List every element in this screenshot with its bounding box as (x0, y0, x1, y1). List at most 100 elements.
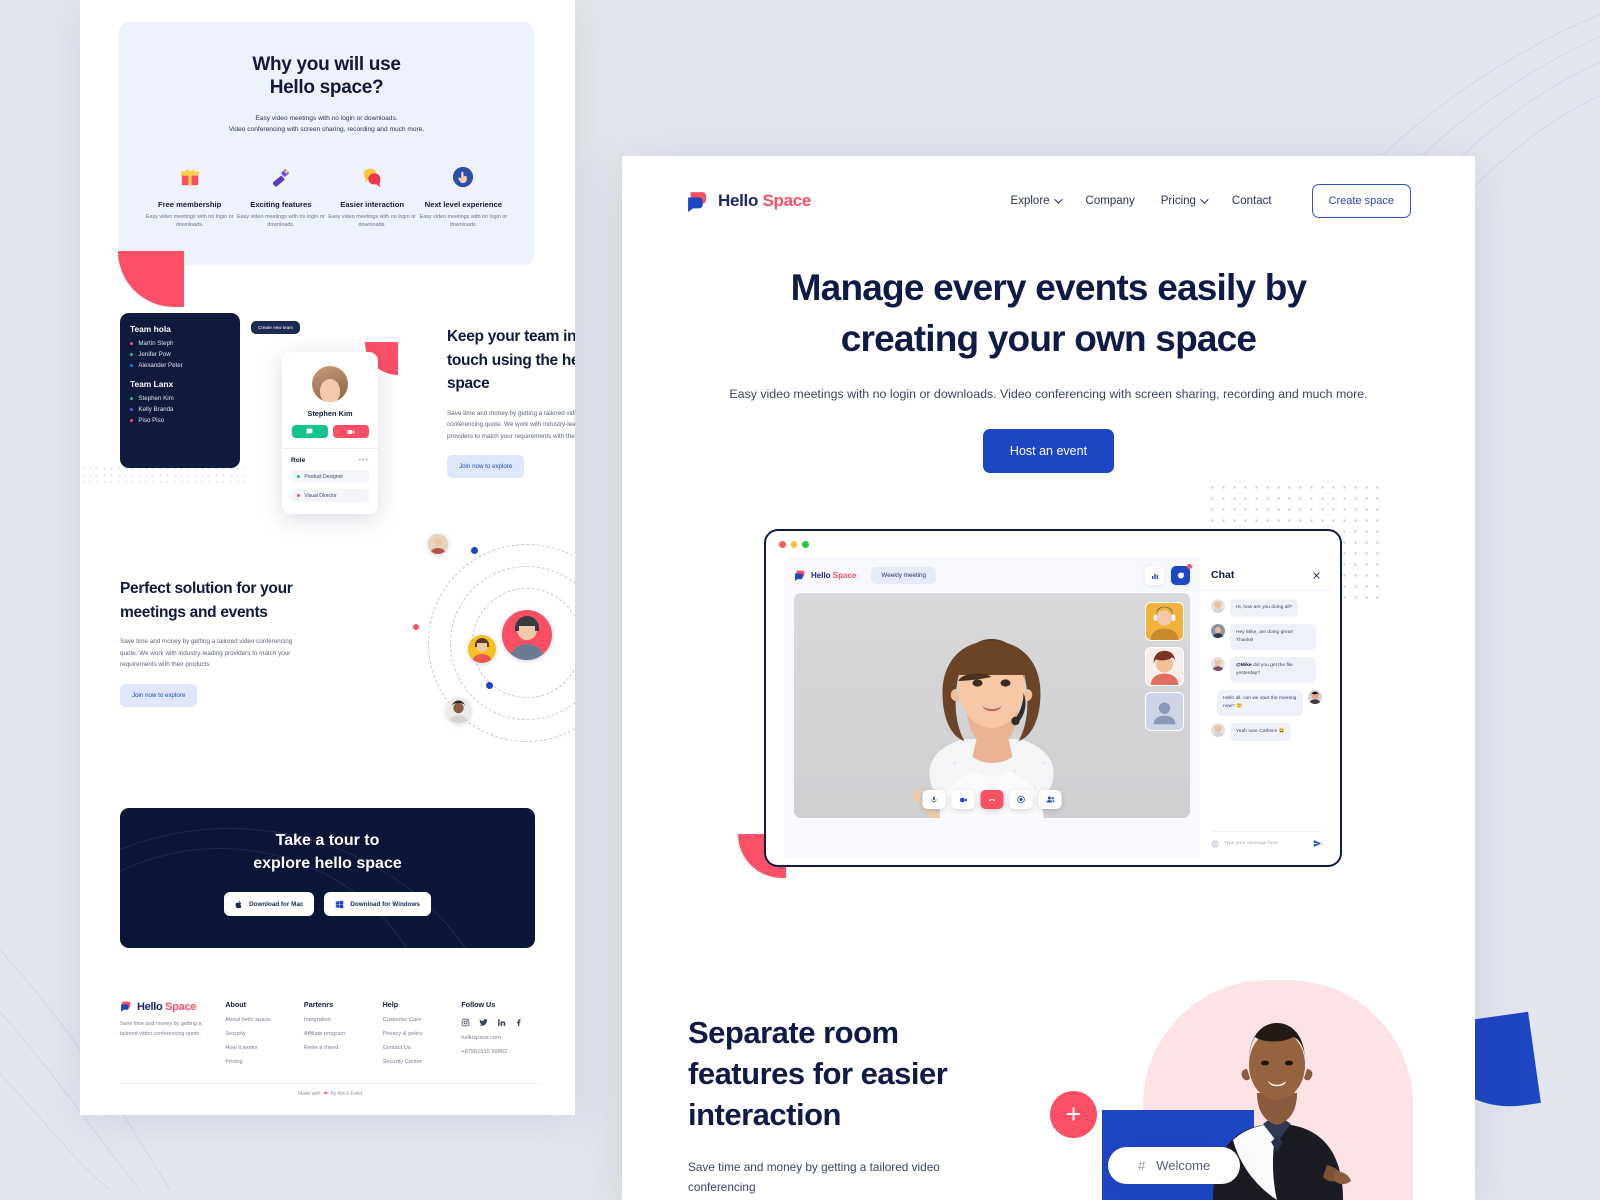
host-an-event-button[interactable]: Host an event (982, 429, 1115, 473)
maximize-window-dot[interactable] (802, 541, 809, 548)
red-wedge-decoration (118, 251, 184, 307)
emoji-icon[interactable] (1211, 840, 1219, 848)
footer-description: Save time and money by getting a tailore… (120, 1021, 202, 1037)
video-call-button[interactable] (332, 425, 369, 438)
chat-panel: Chat Hi, how are you doing all? Hey Mike… (1200, 557, 1332, 857)
team-member-row[interactable]: Martin Steph (130, 340, 230, 347)
orbit-dot (471, 547, 478, 554)
download-mac-button[interactable]: Download for Mac (224, 892, 315, 916)
footer-brand-space: Space (165, 1000, 197, 1013)
footer-link[interactable]: Contact Us (383, 1045, 462, 1051)
mic-button[interactable] (922, 790, 946, 809)
participant-thumbnail-placeholder[interactable] (1145, 692, 1184, 731)
app-logo: Hello Space Weekly meeting (794, 567, 937, 584)
record-icon (1017, 795, 1025, 804)
footer-phone: +87561915 69862 (461, 1049, 508, 1055)
team-member-row[interactable]: Kelly Branda (130, 406, 230, 413)
download-windows-button[interactable]: Download for Windows (324, 892, 431, 916)
meeting-name-pill[interactable]: Weekly meeting (871, 567, 937, 584)
chat-header: Chat (1211, 569, 1322, 581)
footer-link[interactable]: Integration (304, 1017, 383, 1023)
facebook-icon[interactable] (515, 1018, 524, 1027)
close-icon[interactable] (1310, 569, 1322, 581)
nav-links: Explore Company Pricing Contact Create s… (1011, 184, 1411, 218)
footer-link[interactable]: Customer Care (383, 1017, 462, 1023)
record-button[interactable] (1009, 790, 1033, 809)
video-stage (794, 593, 1190, 818)
keep-team-text: Save time and money by getting a tailore… (447, 409, 575, 440)
create-new-team-button[interactable]: Create new team (251, 321, 300, 334)
avatar (1211, 657, 1225, 671)
close-window-dot[interactable] (779, 541, 786, 548)
team-member-row[interactable]: Stephen Kim (130, 395, 230, 402)
footer: Hello Space Save time and money by getti… (120, 1000, 540, 1097)
separate-room-title: Separate room features for easier intera… (688, 1015, 948, 1132)
footer-column-head: Partenrs (303, 1000, 334, 1009)
end-call-button[interactable] (980, 790, 1004, 809)
join-now-button[interactable]: Join now to explore (447, 455, 525, 478)
nav-item-explore[interactable]: Explore (1011, 195, 1063, 207)
footer-link[interactable]: How it works (225, 1045, 304, 1051)
chat-message: Hi, how are you doing all? (1211, 599, 1322, 617)
participant-thumbnail[interactable] (1145, 602, 1184, 641)
feature-desc: Easy video meetings with no login or dow… (328, 214, 416, 228)
team-member-name: Piso Piso (138, 417, 165, 424)
windows-icon (336, 900, 344, 908)
footer-logo[interactable]: Hello Space (120, 1000, 225, 1013)
linkedin-icon[interactable] (497, 1018, 506, 1027)
twitter-icon[interactable] (479, 1018, 488, 1027)
send-icon[interactable] (1313, 839, 1322, 848)
feature-name: Next level experience (424, 200, 502, 209)
message-bubble: Hey Mike, am doing great! Thanks! (1230, 624, 1316, 650)
logo-text: Hello Space (718, 191, 811, 211)
footer-link[interactable]: Security (225, 1031, 304, 1037)
nav-item-contact[interactable]: Contact (1232, 195, 1272, 207)
profile-name: Stephen Kim (307, 409, 353, 418)
nav-item-pricing[interactable]: Pricing (1160, 195, 1209, 207)
nav-item-label: Pricing (1160, 195, 1196, 207)
tour-title-line2: explore hello space (253, 855, 402, 872)
welcome-channel-pill[interactable]: # Welcome (1108, 1147, 1241, 1184)
download-mac-label: Download for Mac (249, 900, 304, 908)
hash-icon: # (1138, 1158, 1146, 1173)
camera-button[interactable] (951, 790, 975, 809)
footer-website[interactable]: hellospace.com (461, 1035, 540, 1041)
team-member-row[interactable]: Alexander Peter (130, 362, 230, 369)
footer-link[interactable]: About hello space (225, 1017, 304, 1023)
participant-thumbnail[interactable] (1145, 647, 1184, 686)
footer-link[interactable]: Privacy & policy (383, 1031, 462, 1037)
nav-item-company[interactable]: Company (1086, 195, 1135, 207)
message-bubble: Hi, how are you doing all? (1230, 599, 1299, 617)
main-speaker-video (912, 639, 1054, 818)
notification-badge (1187, 564, 1192, 569)
stats-button[interactable] (1145, 566, 1164, 585)
hello-space-logo-icon (795, 570, 805, 582)
footer-link[interactable]: Security Center (383, 1059, 462, 1065)
role-header: Role ••• (291, 457, 369, 464)
team-member-row[interactable]: Jenifer Pow (130, 351, 230, 358)
footer-link[interactable]: Affiliate program (304, 1031, 383, 1037)
keep-team-section: Keep your team in touch using the hello … (447, 325, 575, 478)
chat-message-input[interactable]: Type your message here (1224, 841, 1308, 846)
team-member-row[interactable]: Piso Piso (130, 417, 230, 424)
take-a-tour-banner: Take a tour to explore hello space Downl… (120, 808, 535, 948)
join-now-button[interactable]: Join now to explore (120, 683, 198, 707)
add-room-button[interactable]: + (1050, 1091, 1097, 1138)
more-options-icon[interactable]: ••• (359, 457, 369, 464)
logo-hello: Hello (718, 191, 759, 210)
status-dot (130, 396, 134, 401)
chat-input-row[interactable]: Type your message here (1211, 831, 1322, 848)
chat-bubbles-icon (327, 159, 418, 195)
minimize-window-dot[interactable] (790, 541, 797, 548)
create-space-button[interactable]: Create space (1311, 184, 1411, 218)
footer-link[interactable]: Pricing (225, 1059, 304, 1065)
chat-toggle-button[interactable] (1171, 564, 1192, 585)
message-bubble: Yeah sure Cathein! 😀 (1230, 723, 1291, 741)
footer-link[interactable]: Refer a friend (304, 1045, 383, 1051)
participants-button[interactable] (1038, 790, 1062, 809)
logo[interactable]: Hello Space (686, 189, 811, 214)
instagram-icon[interactable] (461, 1018, 470, 1027)
welcome-channel-label: Welcome (1156, 1158, 1211, 1173)
chevron-down-icon (1053, 195, 1063, 204)
message-button[interactable] (291, 425, 328, 438)
